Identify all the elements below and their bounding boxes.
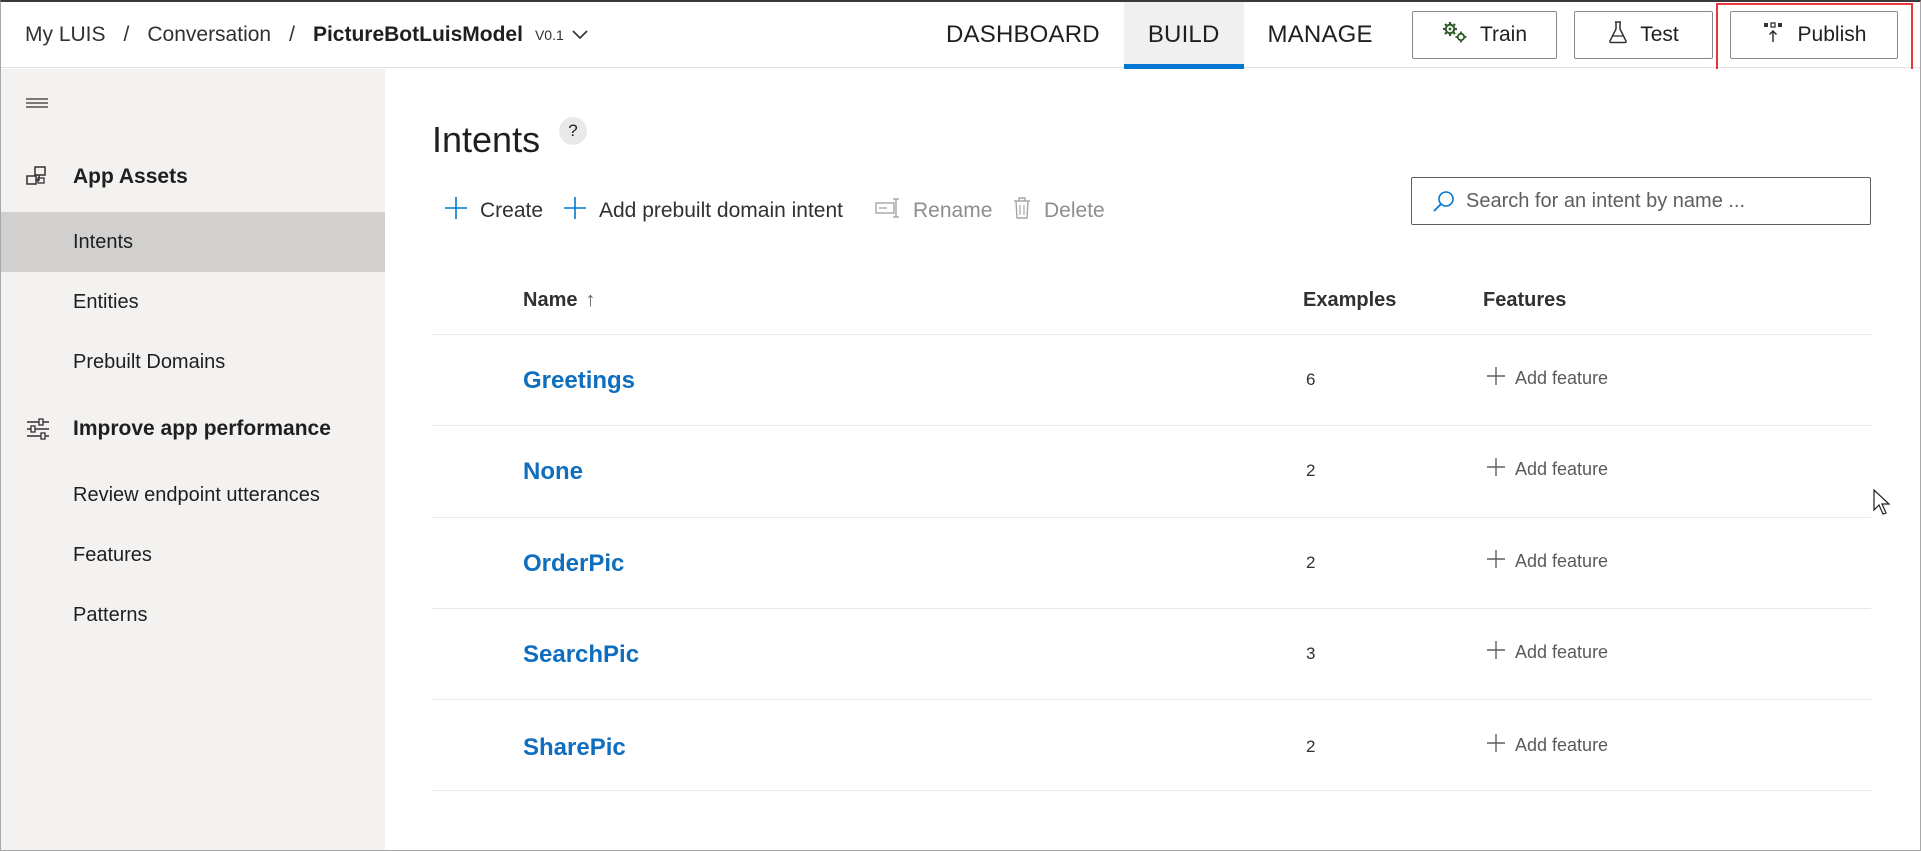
plus-icon	[563, 196, 587, 226]
add-prebuilt-domain-intent-button[interactable]: Add prebuilt domain intent	[563, 193, 843, 229]
rename-label: Rename	[913, 199, 993, 222]
delete-label: Delete	[1044, 199, 1105, 222]
sliders-icon	[25, 417, 51, 441]
breadcrumb-my-luis[interactable]: My LUIS	[25, 23, 106, 47]
plus-icon	[1487, 550, 1505, 573]
flask-icon	[1608, 20, 1628, 50]
table-row: SharePic 2 Add feature	[432, 700, 1871, 791]
rename-button[interactable]: Rename	[875, 193, 992, 229]
breadcrumb: My LUIS / Conversation / PictureBotLuisM…	[25, 2, 588, 68]
tab-dashboard[interactable]: DASHBOARD	[922, 2, 1124, 68]
intent-name-link[interactable]: SearchPic	[523, 641, 639, 669]
main-content: Intents ? Create Add prebuilt domain int…	[385, 69, 1920, 850]
intent-name-link[interactable]: Greetings	[523, 367, 635, 395]
publish-icon	[1762, 20, 1786, 50]
sidebar: App Assets Intents Entities Prebuilt Dom…	[1, 69, 385, 850]
delete-button[interactable]: Delete	[1012, 193, 1105, 229]
page-title: Intents	[432, 119, 541, 160]
examples-count: 2	[1306, 553, 1316, 572]
sidebar-item-patterns[interactable]: Patterns	[1, 585, 385, 645]
add-feature-label: Add feature	[1515, 368, 1609, 388]
sidebar-section-app-assets: App Assets	[1, 153, 385, 201]
gears-icon	[1442, 20, 1468, 50]
intent-name-link[interactable]: SharePic	[523, 734, 626, 762]
add-feature-button[interactable]: Add feature	[1487, 458, 1608, 481]
breadcrumb-app-name[interactable]: PictureBotLuisModel	[313, 23, 523, 47]
sidebar-section-label: Improve app performance	[73, 417, 331, 440]
add-feature-label: Add feature	[1515, 642, 1609, 662]
sidebar-item-entities[interactable]: Entities	[1, 272, 385, 332]
examples-count: 2	[1306, 737, 1316, 756]
publish-button[interactable]: Publish	[1730, 11, 1898, 59]
add-feature-button[interactable]: Add feature	[1487, 734, 1608, 757]
breadcrumb-separator: /	[289, 23, 295, 46]
tab-manage[interactable]: MANAGE	[1244, 2, 1397, 68]
intent-name-link[interactable]: None	[523, 458, 583, 486]
plus-icon	[1487, 458, 1505, 481]
add-feature-label: Add feature	[1515, 551, 1609, 571]
app-assets-icon	[25, 165, 51, 189]
main-nav-tabs: DASHBOARD BUILD MANAGE	[922, 2, 1397, 69]
sidebar-item-intents[interactable]: Intents	[1, 212, 385, 272]
add-prebuilt-label: Add prebuilt domain intent	[599, 199, 843, 222]
sidebar-item-prebuilt-domains[interactable]: Prebuilt Domains	[1, 332, 385, 392]
plus-icon	[444, 196, 468, 226]
add-feature-button[interactable]: Add feature	[1487, 641, 1608, 664]
examples-count: 3	[1306, 644, 1316, 663]
hamburger-menu-icon[interactable]	[25, 97, 49, 113]
rename-icon	[875, 197, 901, 225]
table-row: Greetings 6 Add feature	[432, 335, 1871, 426]
add-feature-button[interactable]: Add feature	[1487, 550, 1608, 573]
examples-count: 6	[1306, 370, 1316, 389]
examples-count: 2	[1306, 461, 1316, 480]
chevron-down-icon[interactable]	[572, 30, 588, 40]
test-button[interactable]: Test	[1574, 11, 1713, 59]
add-feature-label: Add feature	[1515, 459, 1609, 479]
breadcrumb-conversation[interactable]: Conversation	[147, 23, 271, 47]
mouse-pointer-icon	[1873, 488, 1891, 522]
tab-build[interactable]: BUILD	[1123, 2, 1244, 69]
version-label[interactable]: V0.1	[535, 27, 564, 43]
intent-name-link[interactable]: OrderPic	[523, 550, 624, 578]
breadcrumb-separator: /	[123, 23, 130, 46]
create-button[interactable]: Create	[444, 193, 543, 229]
plus-icon	[1487, 734, 1505, 757]
create-label: Create	[480, 199, 544, 222]
column-header-features[interactable]: Features	[1483, 289, 1566, 312]
sidebar-item-review-endpoint-utterances[interactable]: Review endpoint utterances	[1, 465, 385, 525]
top-bar: My LUIS / Conversation / PictureBotLuisM…	[1, 2, 1920, 69]
search-input[interactable]	[1466, 178, 1862, 224]
add-feature-button[interactable]: Add feature	[1487, 367, 1608, 390]
search-icon	[1432, 189, 1456, 218]
table-row: None 2 Add feature	[432, 426, 1871, 517]
test-label: Test	[1640, 23, 1679, 46]
row-divider	[432, 790, 1871, 791]
sort-ascending-icon: ↑	[585, 289, 596, 311]
intent-search-box	[1411, 177, 1871, 225]
sidebar-section-improve-performance: Improve app performance	[1, 405, 385, 453]
sidebar-item-features[interactable]: Features	[1, 525, 385, 585]
plus-icon	[1487, 367, 1505, 390]
train-label: Train	[1479, 23, 1528, 46]
publish-label: Publish	[1797, 23, 1867, 46]
add-feature-label: Add feature	[1515, 735, 1609, 755]
table-row: OrderPic 2 Add feature	[432, 518, 1871, 609]
column-header-label: Name	[523, 289, 578, 311]
table-row: SearchPic 3 Add feature	[432, 609, 1871, 700]
help-icon[interactable]: ?	[559, 117, 587, 145]
column-header-name[interactable]: Name ↑	[523, 289, 595, 312]
plus-icon	[1487, 641, 1505, 664]
sidebar-section-label: App Assets	[73, 165, 188, 188]
column-header-examples[interactable]: Examples	[1303, 289, 1396, 312]
train-button[interactable]: Train	[1412, 11, 1557, 59]
trash-icon	[1012, 196, 1032, 226]
